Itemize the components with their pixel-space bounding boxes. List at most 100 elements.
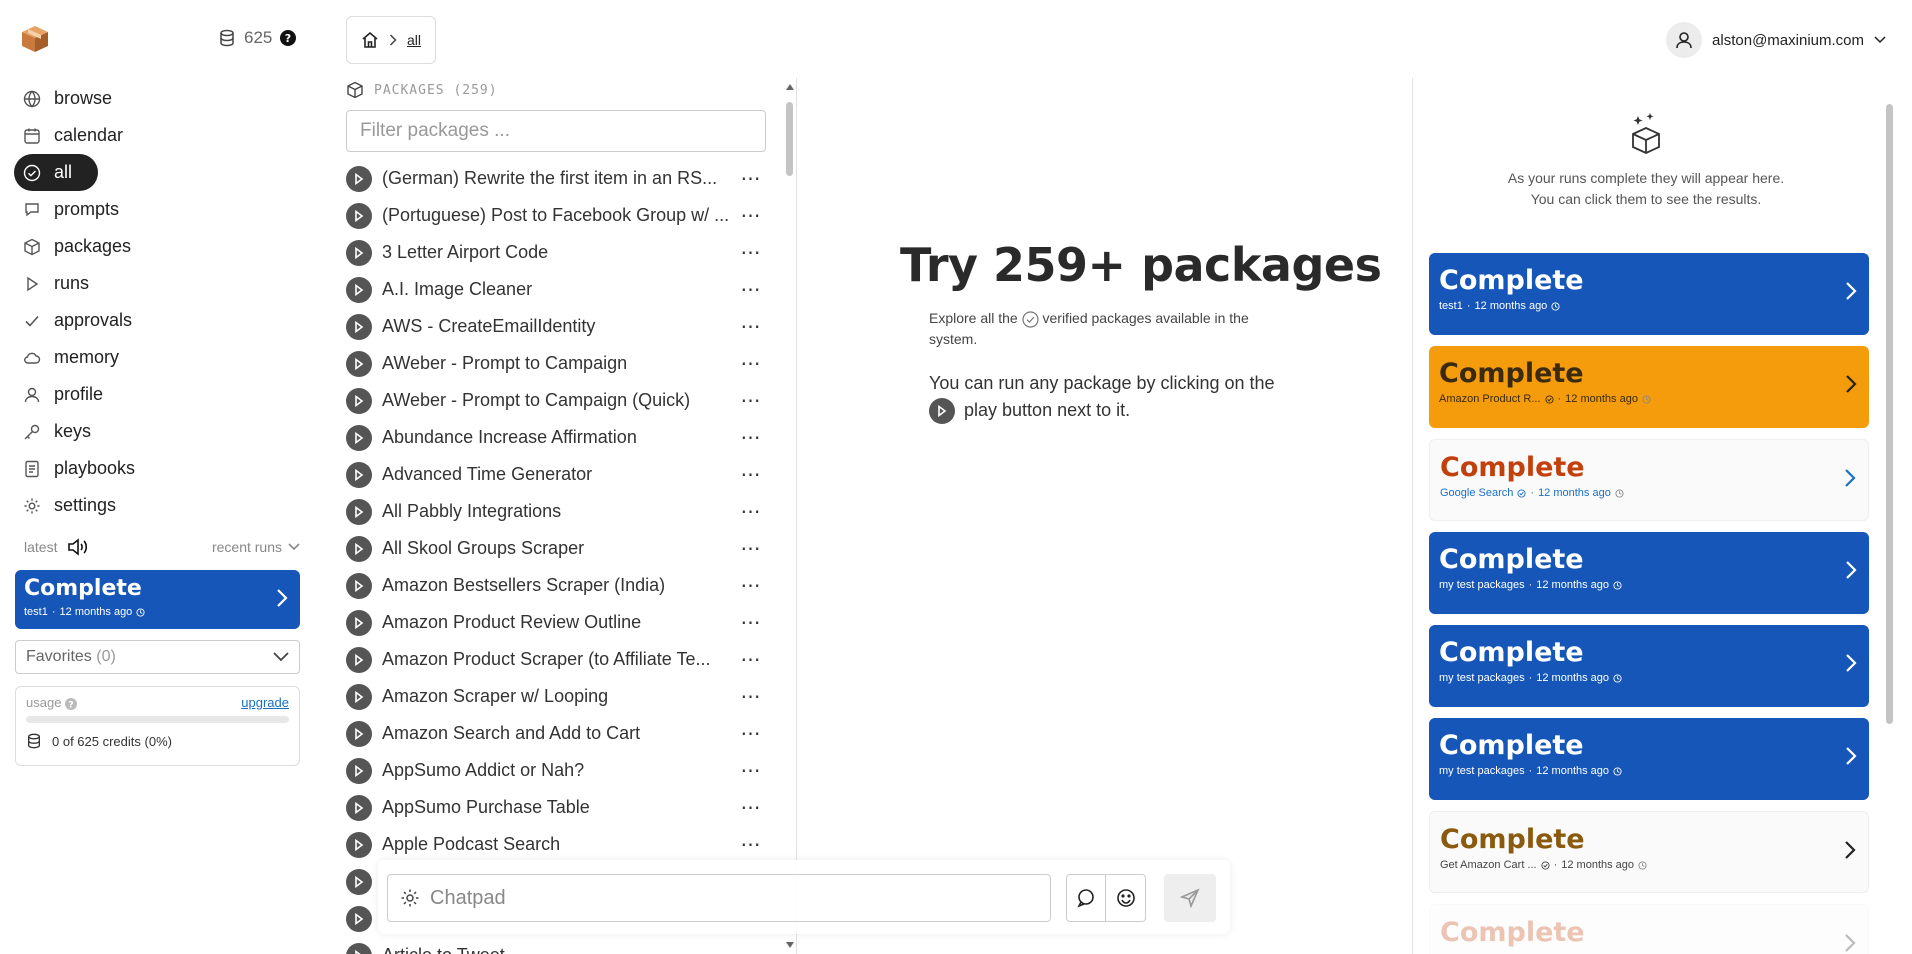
package-name[interactable]: Amazon Bestsellers Scraper (India) (382, 575, 736, 596)
package-row[interactable]: 3 Letter Airport Code ⋯ (346, 234, 766, 271)
more-options-icon[interactable]: ⋯ (736, 166, 766, 191)
package-name[interactable]: (Portuguese) Post to Facebook Group w/ .… (382, 205, 736, 226)
package-name[interactable]: AWeber - Prompt to Campaign (382, 353, 736, 374)
package-name[interactable]: (German) Rewrite the first item in an RS… (382, 168, 736, 189)
play-button[interactable] (346, 757, 372, 784)
runs-scrollbar[interactable] (1886, 104, 1893, 724)
send-button[interactable] (1164, 874, 1216, 922)
package-row[interactable]: AWS - CreateEmailIdentity ⋯ (346, 308, 766, 345)
sidebar-item-keys[interactable]: keys (14, 413, 304, 450)
more-options-icon[interactable]: ⋯ (736, 351, 766, 376)
play-button[interactable] (346, 683, 372, 710)
package-name[interactable]: Apple Podcast Search (382, 834, 736, 855)
play-button[interactable] (346, 387, 372, 414)
package-name[interactable]: Amazon Scraper w/ Looping (382, 686, 736, 707)
play-button[interactable] (346, 942, 372, 954)
run-card[interactable]: Complete Get Amazon Cart ... · 12 months ag… (1429, 811, 1869, 893)
package-row[interactable]: AWeber - Prompt to Campaign (Quick) ⋯ (346, 382, 766, 419)
package-name[interactable]: AppSumo Addict or Nah? (382, 760, 736, 781)
play-button[interactable] (346, 350, 372, 377)
help-icon[interactable]: ? (280, 30, 297, 46)
breadcrumb-current[interactable]: all (407, 32, 421, 48)
sidebar-item-profile[interactable]: profile (14, 376, 304, 413)
more-options-icon[interactable]: ⋯ (736, 314, 766, 339)
run-card[interactable]: Complete Amazon Product R... · 12 months ag… (1429, 346, 1869, 428)
play-button[interactable] (346, 239, 372, 266)
more-options-icon[interactable]: ⋯ (736, 462, 766, 487)
play-button[interactable] (346, 609, 372, 636)
more-options-icon[interactable]: ⋯ (736, 721, 766, 746)
more-options-icon[interactable]: ⋯ (736, 388, 766, 413)
sidebar-item-browse[interactable]: browse (14, 80, 304, 117)
more-options-icon[interactable]: ⋯ (736, 277, 766, 302)
package-row[interactable]: Amazon Product Review Outline ⋯ (346, 604, 766, 641)
play-button[interactable] (346, 165, 372, 192)
package-row[interactable]: Amazon Scraper w/ Looping ⋯ (346, 678, 766, 715)
more-options-icon[interactable]: ⋯ (736, 795, 766, 820)
logo-box-icon[interactable] (20, 24, 50, 54)
latest-run-card[interactable]: Complete test1 · 12 months ago (15, 570, 300, 629)
more-options-icon[interactable]: ⋯ (736, 499, 766, 524)
more-options-icon[interactable]: ⋯ (736, 832, 766, 857)
package-row[interactable]: AppSumo Purchase Table ⋯ (346, 789, 766, 826)
play-button[interactable] (346, 276, 372, 303)
play-button[interactable] (346, 313, 372, 340)
package-name[interactable]: AppSumo Purchase Table (382, 797, 736, 818)
play-button[interactable] (346, 202, 372, 229)
more-options-icon[interactable]: ⋯ (736, 684, 766, 709)
package-row[interactable]: (Portuguese) Post to Facebook Group w/ .… (346, 197, 766, 234)
package-row[interactable]: A.I. Image Cleaner ⋯ (346, 271, 766, 308)
sidebar-item-packages[interactable]: packages (14, 228, 304, 265)
play-button[interactable] (346, 868, 372, 895)
run-card[interactable]: Complete (1429, 904, 1869, 954)
more-options-icon[interactable]: ⋯ (736, 647, 766, 672)
package-name[interactable]: All Skool Groups Scraper (382, 538, 736, 559)
package-name[interactable]: 3 Letter Airport Code (382, 242, 736, 263)
speaker-icon[interactable] (67, 538, 89, 556)
sidebar-item-calendar[interactable]: calendar (14, 117, 304, 154)
package-row[interactable]: All Skool Groups Scraper ⋯ (346, 530, 766, 567)
package-row[interactable]: Abundance Increase Affirmation ⋯ (346, 419, 766, 456)
play-button[interactable] (346, 646, 372, 673)
package-row[interactable]: Amazon Product Scraper (to Affiliate Te.… (346, 641, 766, 678)
package-row[interactable]: All Pabbly Integrations ⋯ (346, 493, 766, 530)
more-options-icon[interactable]: ⋯ (736, 573, 766, 598)
run-card[interactable]: Complete my test packages · 12 months ago (1429, 718, 1869, 800)
package-row[interactable]: Amazon Search and Add to Cart ⋯ (346, 715, 766, 752)
play-button[interactable] (346, 831, 372, 858)
more-options-icon[interactable]: ⋯ (736, 203, 766, 228)
run-card[interactable]: Complete test1 · 12 months ago (1429, 253, 1869, 335)
sidebar-item-approvals[interactable]: approvals (14, 302, 304, 339)
sidebar-item-runs[interactable]: runs (14, 265, 304, 302)
run-card[interactable]: Complete my test packages · 12 months ago (1429, 625, 1869, 707)
user-menu[interactable]: alston@maxinium.com (1666, 22, 1886, 58)
package-row[interactable]: AWeber - Prompt to Campaign ⋯ (346, 345, 766, 382)
chat-bubble-icon[interactable] (1067, 875, 1107, 921)
package-name[interactable]: A.I. Image Cleaner (382, 279, 736, 300)
package-row[interactable]: (German) Rewrite the first item in an RS… (346, 160, 766, 197)
filter-packages-input[interactable]: Filter packages ... (346, 110, 766, 152)
help-icon[interactable]: ? (65, 697, 78, 710)
package-row[interactable]: Advanced Time Generator ⋯ (346, 456, 766, 493)
packages-scroll-thumb[interactable] (786, 102, 793, 176)
favorites-dropdown[interactable]: Favorites (0) (15, 640, 300, 674)
sidebar-item-prompts[interactable]: prompts (14, 191, 304, 228)
home-icon[interactable] (361, 31, 379, 49)
sidebar-item-settings[interactable]: settings (14, 487, 304, 524)
package-name[interactable]: AWeber - Prompt to Campaign (Quick) (382, 390, 736, 411)
credits-indicator[interactable]: 625 ? (218, 28, 297, 48)
package-name[interactable]: Article to Tweet (382, 945, 766, 954)
package-row[interactable]: Article to Tweet (346, 937, 766, 954)
play-button[interactable] (346, 905, 372, 932)
sidebar-item-all[interactable]: all (14, 154, 98, 191)
gear-icon[interactable] (400, 888, 420, 908)
more-options-icon[interactable]: ⋯ (736, 610, 766, 635)
packages-scrollbar[interactable] (784, 78, 796, 954)
package-name[interactable]: Abundance Increase Affirmation (382, 427, 736, 448)
play-button[interactable] (346, 572, 372, 599)
package-name[interactable]: Amazon Product Scraper (to Affiliate Te.… (382, 649, 736, 670)
run-card[interactable]: Complete Google Search · 12 months ago (1429, 439, 1869, 521)
package-row[interactable]: Apple Podcast Search ⋯ (346, 826, 766, 863)
play-button[interactable] (346, 498, 372, 525)
package-name[interactable]: AWS - CreateEmailIdentity (382, 316, 736, 337)
